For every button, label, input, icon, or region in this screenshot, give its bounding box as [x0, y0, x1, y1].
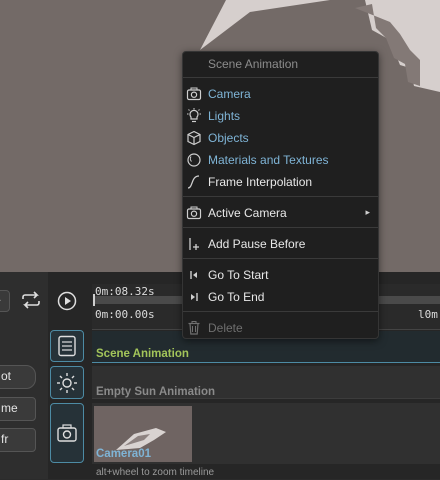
menu-item-label: Frame Interpolation: [208, 175, 313, 189]
menu-item-label: Add Pause Before: [208, 237, 306, 251]
playhead[interactable]: [93, 294, 95, 306]
status-hint: alt+wheel to zoom timeline: [96, 467, 215, 478]
track-empty-sun-animation[interactable]: Empty Sun Animation: [92, 366, 440, 399]
trash-icon: [188, 321, 200, 335]
menu-item-frame-interpolation[interactable]: Frame Interpolation: [183, 172, 378, 192]
menu-item-materials-and-textures[interactable]: Materials and Textures: [183, 150, 378, 170]
light-track-button[interactable]: [50, 366, 84, 399]
camera-icon: [57, 424, 77, 442]
dropdown-stub[interactable]: ⌄: [0, 290, 10, 312]
sun-icon: [57, 372, 77, 393]
menu-item-label: Go To End: [208, 290, 265, 304]
menu-item-label: Lights: [208, 109, 241, 123]
menu-separator: [183, 196, 378, 197]
play-icon: [57, 291, 77, 311]
loop-button[interactable]: [18, 289, 44, 311]
cube-icon: [187, 130, 201, 146]
scene-track-button[interactable]: [50, 330, 84, 362]
curve-icon: [187, 175, 200, 189]
menu-item-go-to-start[interactable]: Go To Start: [183, 265, 378, 285]
menu-item-label: Materials and Textures: [208, 153, 329, 167]
property-field-1-value: ot: [1, 369, 12, 383]
start-time-label: 0m:00.00s: [95, 308, 155, 321]
light-bulb-icon: [187, 108, 201, 123]
menu-item-label: Active Camera: [208, 206, 287, 220]
stepper-arrows-icon: ⌃⌄: [0, 430, 31, 452]
menu-item-label: Objects: [208, 131, 249, 145]
menu-item-label: Delete: [208, 321, 243, 335]
menu-separator: [183, 258, 378, 259]
track-label: Scene Animation: [96, 348, 189, 360]
menu-item-camera[interactable]: Camera: [183, 84, 378, 104]
menu-separator: [183, 311, 378, 312]
camera-icon: [186, 87, 202, 101]
end-time-label: l0m: [418, 308, 438, 321]
menu-item-objects[interactable]: Objects: [183, 128, 378, 148]
menu-item-label: Go To Start: [208, 268, 269, 282]
camera-icon: [186, 206, 202, 220]
skip-end-icon: [191, 293, 198, 301]
menu-item-active-camera[interactable]: Active Camera ▸: [183, 203, 378, 223]
loop-icon: [22, 291, 40, 309]
menu-separator: [183, 77, 378, 78]
play-button[interactable]: [55, 289, 79, 313]
property-field-1[interactable]: ot: [0, 365, 36, 389]
track-label: Camera01: [96, 448, 151, 460]
scene-animation-context-menu: Scene Animation Camera Lights Objects Ma…: [182, 51, 379, 339]
menu-separator: [183, 227, 378, 228]
property-dropdown-2[interactable]: me ⌄: [0, 397, 36, 421]
document-icon: [58, 335, 76, 357]
submenu-arrow-icon: ▸: [365, 207, 370, 217]
add-pause-icon: [189, 238, 199, 250]
menu-item-label: Camera: [208, 87, 251, 101]
track-label: Empty Sun Animation: [96, 386, 216, 398]
chevron-down-icon: ⌄: [0, 294, 6, 305]
chevron-down-icon: ⌄: [0, 402, 31, 413]
menu-title: Scene Animation: [208, 57, 299, 71]
menu-item-delete[interactable]: Delete: [183, 318, 378, 338]
camera-track-button[interactable]: [50, 403, 84, 463]
skip-start-icon: [190, 271, 197, 279]
menu-item-add-pause-before[interactable]: Add Pause Before: [183, 234, 378, 254]
menu-item-go-to-end[interactable]: Go To End: [183, 287, 378, 307]
menu-item-lights[interactable]: Lights: [183, 106, 378, 126]
property-stepper-3[interactable]: fr ⌃⌄: [0, 428, 36, 452]
sphere-icon: [187, 153, 201, 167]
